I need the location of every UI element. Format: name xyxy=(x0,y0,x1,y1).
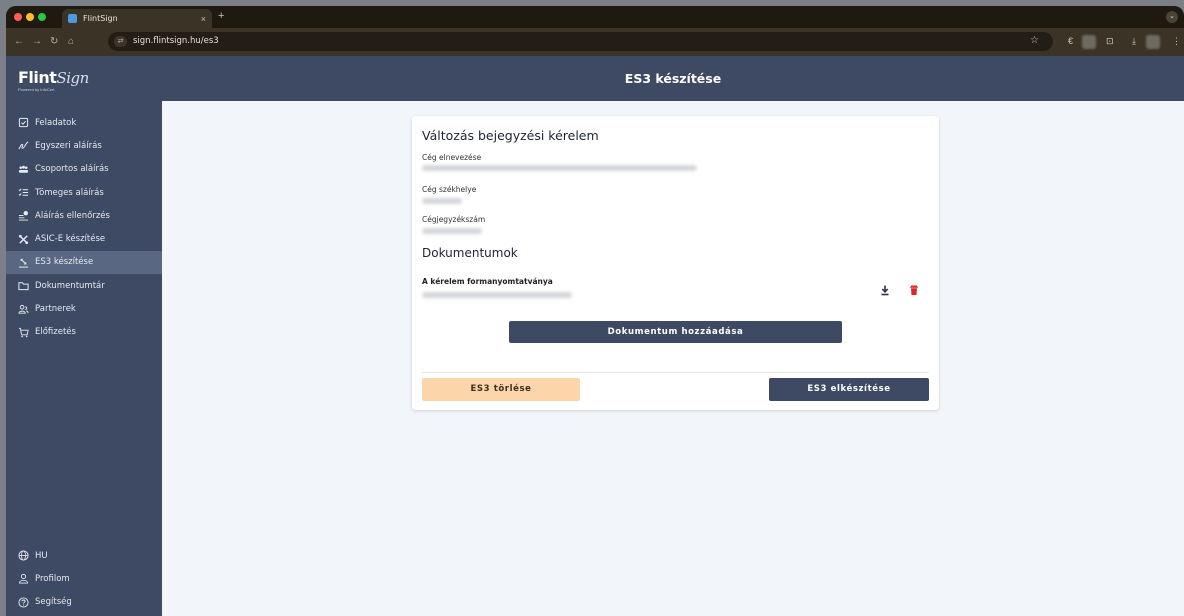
extension-icon-blurred[interactable] xyxy=(1082,35,1096,49)
sidebar-item-label: Dokumentumtár xyxy=(35,280,105,291)
browser-window: FlintSign × + ⌄ ← → ↻ ⌂ ⇄ sign.flintsign… xyxy=(6,6,1184,616)
tab-search-icon[interactable]: ⌄ xyxy=(1166,11,1178,23)
extension-icon[interactable]: € xyxy=(1068,36,1073,46)
sidebar-item-label: Segítség xyxy=(35,597,72,608)
sidebar-item-elofizetes[interactable]: Előfizetés xyxy=(6,321,162,344)
verify-icon xyxy=(18,210,29,221)
delete-document-icon[interactable] xyxy=(908,283,920,295)
sidebar-menu: Feladatok Egyszeri aláírás Csoportos alá… xyxy=(6,111,162,344)
sidebar-item-label: Tömeges aláírás xyxy=(35,187,104,198)
group-icon xyxy=(18,164,29,175)
language-label: HU xyxy=(35,550,48,561)
document-filename xyxy=(422,292,572,298)
browser-toolbar: ← → ↻ ⌂ ⇄ sign.flintsign.hu/es3 ☆ € ⊡ ⤓ … xyxy=(6,28,1184,56)
url-text: sign.flintsign.hu/es3 xyxy=(133,36,219,46)
registry-number-value xyxy=(422,228,482,234)
cart-icon xyxy=(18,327,29,338)
language-selector[interactable]: HU xyxy=(6,544,162,567)
add-document-button[interactable]: Dokumentum hozzáadása xyxy=(509,321,842,343)
sidebar-item-label: Profilom xyxy=(35,573,70,584)
close-window-button[interactable] xyxy=(14,13,22,21)
page-title: ES3 készítése xyxy=(624,71,722,86)
app-header: ES3 készítése xyxy=(162,56,1184,101)
sidebar-item-label: Egyszeri aláírás xyxy=(35,140,102,151)
download-icon[interactable] xyxy=(879,283,891,296)
sidebar-item-profilom[interactable]: Profilom xyxy=(6,567,162,590)
tab-strip: FlintSign × + ⌄ xyxy=(6,6,1184,28)
sidebar-item-segitseg[interactable]: Segítség xyxy=(6,591,162,614)
puzzle-extensions-icon[interactable]: ⊡ xyxy=(1106,36,1114,47)
signature-icon xyxy=(18,140,29,151)
folder-icon xyxy=(18,280,29,291)
user-icon xyxy=(18,573,29,584)
app-logo[interactable]: FlintSign xyxy=(18,68,89,87)
new-tab-button[interactable]: + xyxy=(218,10,224,22)
sidebar-bottom-menu: HU Profilom Segítség xyxy=(6,544,162,614)
logo-subtitle: Powered by InfoCert xyxy=(18,87,55,92)
sidebar-item-label: Partnerek xyxy=(35,304,76,315)
company-name-value xyxy=(422,165,697,171)
site-settings-icon[interactable]: ⇄ xyxy=(114,36,127,47)
task-check-icon xyxy=(18,117,29,128)
sidebar-item-label: Aláírás ellenőrzés xyxy=(35,210,110,221)
address-bar[interactable]: ⇄ sign.flintsign.hu/es3 ☆ xyxy=(108,32,1053,51)
app-root: FlintSign Powered by InfoCert Feladatok … xyxy=(6,56,1184,616)
sidebar-item-dokumentumtar[interactable]: Dokumentumtár xyxy=(6,274,162,297)
download-icon[interactable]: ⤓ xyxy=(1132,36,1136,47)
globe-icon xyxy=(18,550,29,561)
tab-title: FlintSign xyxy=(83,14,118,23)
sidebar-item-label: ASIC-E készítése xyxy=(35,234,106,245)
delete-es3-button[interactable]: ES3 törlése xyxy=(422,378,580,401)
sidebar-item-tomeges-alairas[interactable]: Tömeges aláírás xyxy=(6,181,162,204)
bulk-list-icon xyxy=(18,187,29,198)
es3-form-card: Változás bejegyzési kérelem Cég elnevezé… xyxy=(412,116,939,410)
back-icon[interactable]: ← xyxy=(14,36,24,48)
sidebar-item-egyszeri-alairas[interactable]: Egyszeri aláírás xyxy=(6,134,162,157)
company-seat-label: Cég székhelye xyxy=(422,185,477,194)
sidebar-item-label: Előfizetés xyxy=(35,327,76,338)
logo-text: Flint xyxy=(18,68,57,87)
documents-title: Dokumentumok xyxy=(422,246,518,260)
sidebar: FlintSign Powered by InfoCert Feladatok … xyxy=(6,56,162,616)
company-name-label: Cég elnevezése xyxy=(422,153,482,162)
tab-close-icon[interactable]: × xyxy=(201,14,206,24)
logo-script-text: Sign xyxy=(56,69,89,87)
flintsign-favicon-icon xyxy=(68,14,77,23)
minimize-window-button[interactable] xyxy=(26,13,34,21)
sidebar-item-alairas-ellenorzes[interactable]: Aláírás ellenőrzés xyxy=(6,204,162,227)
home-icon[interactable]: ⌂ xyxy=(68,36,74,48)
browser-menu-icon[interactable]: ⋮ xyxy=(1172,36,1181,47)
partners-icon xyxy=(18,304,29,315)
sidebar-item-es3-keszitese[interactable]: ES3 készítése xyxy=(6,250,162,275)
maximize-window-button[interactable] xyxy=(38,13,46,21)
sidebar-item-label: Feladatok xyxy=(35,117,77,128)
document-name: A kérelem formanyomtatványa xyxy=(422,277,553,286)
sidebar-item-asic-e-keszitese[interactable]: ASIC-E készítése xyxy=(6,227,162,250)
sidebar-item-label: ES3 készítése xyxy=(35,257,94,268)
help-icon xyxy=(18,597,29,608)
create-es3-button[interactable]: ES3 elkészítése xyxy=(769,378,929,401)
sidebar-item-label: Csoportos aláírás xyxy=(35,164,109,175)
sidebar-item-csoportos-alairas[interactable]: Csoportos aláírás xyxy=(6,158,162,181)
company-seat-value xyxy=(422,198,462,204)
forward-icon[interactable]: → xyxy=(32,36,42,48)
asice-icon xyxy=(18,234,29,245)
reload-icon[interactable]: ↻ xyxy=(50,36,58,48)
form-title: Változás bejegyzési kérelem xyxy=(422,128,599,143)
divider xyxy=(422,372,929,373)
profile-avatar[interactable] xyxy=(1146,35,1160,49)
es3-icon xyxy=(18,257,29,268)
browser-tab[interactable]: FlintSign × xyxy=(62,9,212,28)
registry-number-label: Cégjegyzékszám xyxy=(422,215,486,224)
bookmark-star-icon[interactable]: ☆ xyxy=(1030,35,1039,46)
sidebar-item-feladatok[interactable]: Feladatok xyxy=(6,111,162,134)
sidebar-item-partnerek[interactable]: Partnerek xyxy=(6,297,162,320)
